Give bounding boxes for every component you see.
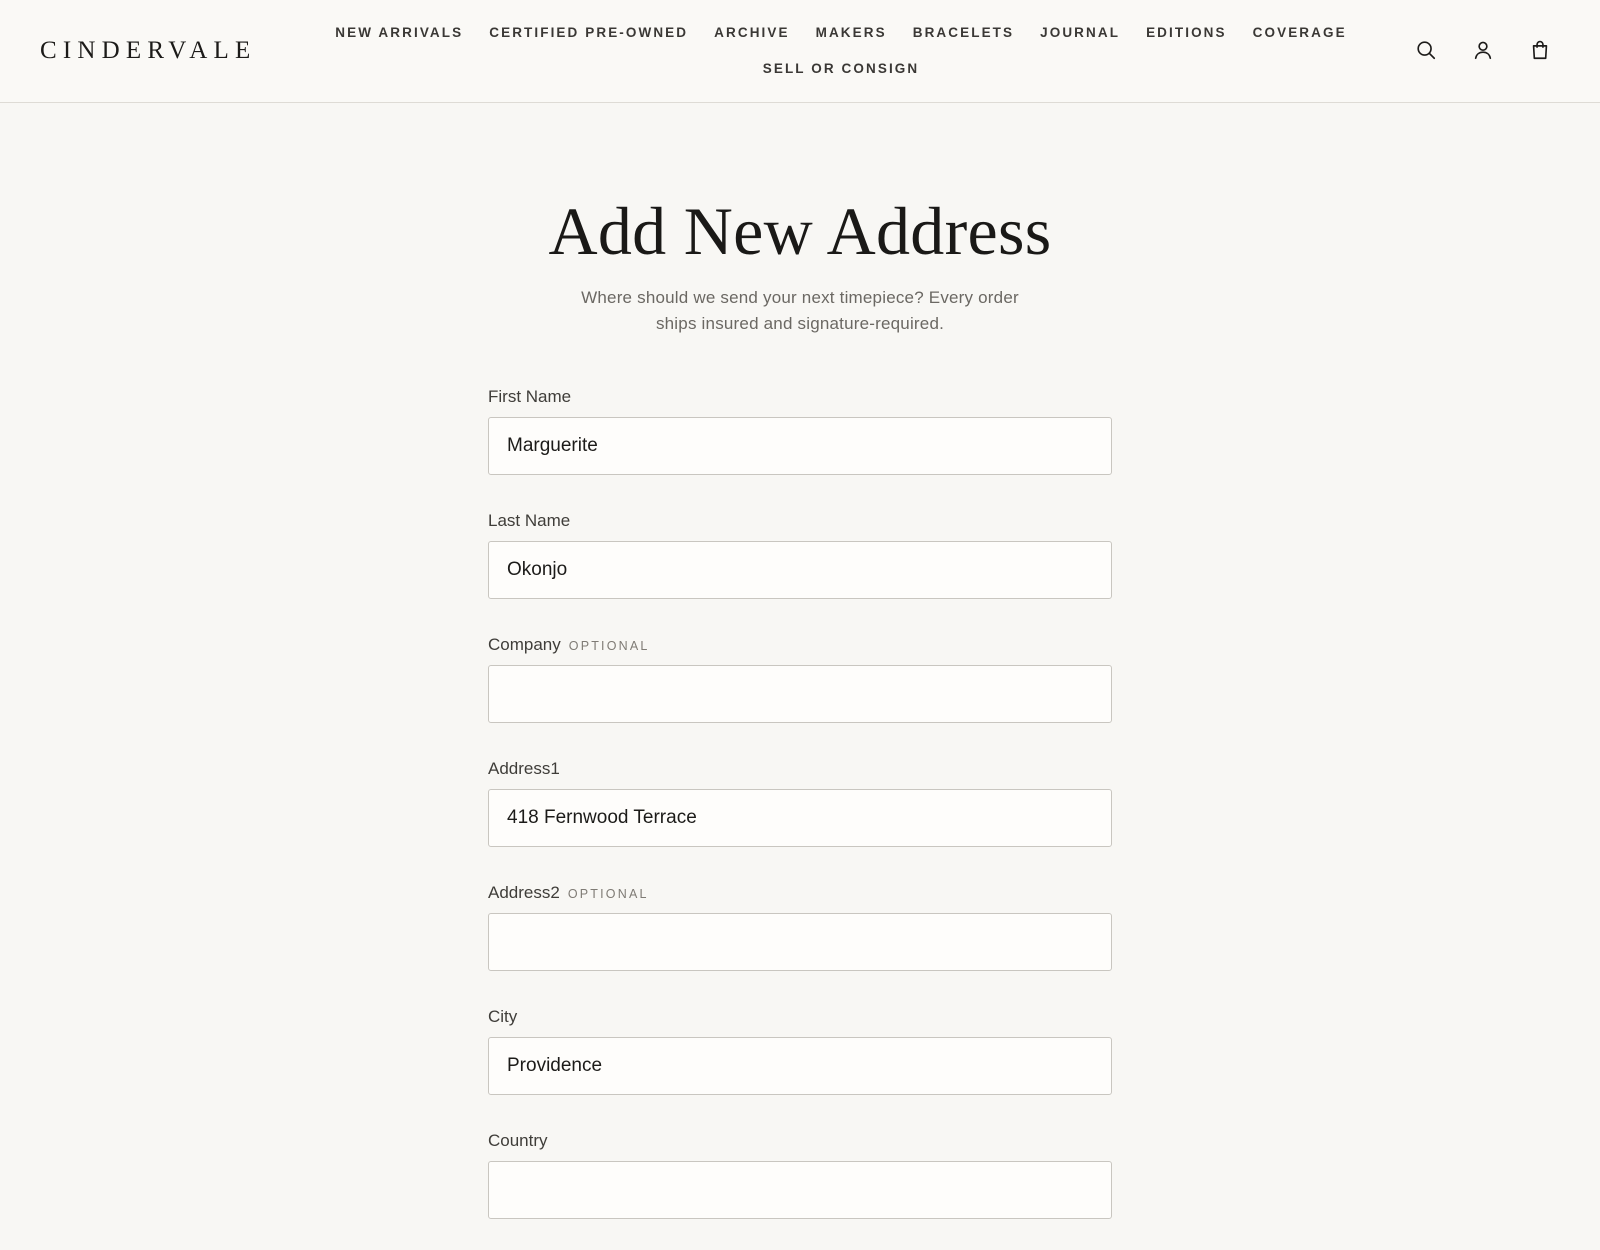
city-input[interactable]: [488, 1037, 1112, 1095]
main-content: Add New Address Where should we send you…: [0, 103, 1600, 1219]
nav-item-archive[interactable]: ARCHIVE: [714, 21, 789, 45]
city-field-group: City: [488, 1002, 1112, 1095]
company-field-group: Company OPTIONAL: [488, 630, 1112, 723]
address2-label: Address2: [488, 883, 560, 902]
country-input[interactable]: [488, 1161, 1112, 1219]
company-optional-tag: OPTIONAL: [568, 639, 650, 653]
add-address-form: First Name Last Name Company OPTIONAL Ad…: [488, 382, 1112, 1250]
country-field-group: Country: [488, 1126, 1112, 1219]
address1-field-group: Address1: [488, 754, 1112, 847]
last-name-label: Last Name: [488, 511, 571, 530]
address2-field-group: Address2 OPTIONAL: [488, 878, 1112, 971]
bag-icon[interactable]: [1528, 38, 1552, 62]
nav-item-editions[interactable]: EDITIONS: [1146, 21, 1227, 45]
address2-optional-tag: OPTIONAL: [567, 887, 649, 901]
page-title: Add New Address: [548, 193, 1052, 269]
address1-input[interactable]: [488, 789, 1112, 847]
first-name-field-group: First Name: [488, 382, 1112, 475]
page-subtitle: Where should we send your next timepiece…: [581, 288, 1019, 333]
site-header: CINDERVALE NEW ARRIVALS CERTIFIED PRE-OW…: [0, 0, 1600, 103]
account-icon[interactable]: [1471, 38, 1495, 62]
last-name-field-group: Last Name: [488, 506, 1112, 599]
nav-item-bracelets[interactable]: BRACELETS: [913, 21, 1014, 45]
nav-item-sell-or-consign[interactable]: SELL OR CONSIGN: [763, 57, 920, 81]
brand-logo[interactable]: CINDERVALE: [40, 34, 256, 68]
first-name-input[interactable]: [488, 417, 1112, 475]
country-label: Country: [488, 1131, 548, 1150]
nav-item-new-arrivals[interactable]: NEW ARRIVALS: [335, 21, 463, 45]
main-nav: NEW ARRIVALS CERTIFIED PRE-OWNED ARCHIVE…: [330, 21, 1352, 81]
company-label: Company: [488, 635, 561, 654]
nav-item-journal[interactable]: JOURNAL: [1040, 21, 1120, 45]
nav-item-coverage[interactable]: COVERAGE: [1253, 21, 1347, 45]
address1-label: Address1: [488, 759, 560, 778]
nav-item-certified-pre-owned[interactable]: CERTIFIED PRE-OWNED: [489, 21, 688, 45]
address2-input[interactable]: [488, 913, 1112, 971]
search-icon[interactable]: [1414, 38, 1438, 62]
header-icon-group: [1414, 38, 1552, 62]
nav-item-makers[interactable]: MAKERS: [816, 21, 887, 45]
last-name-input[interactable]: [488, 541, 1112, 599]
company-input[interactable]: [488, 665, 1112, 723]
city-label: City: [488, 1007, 518, 1026]
first-name-label: First Name: [488, 387, 572, 406]
